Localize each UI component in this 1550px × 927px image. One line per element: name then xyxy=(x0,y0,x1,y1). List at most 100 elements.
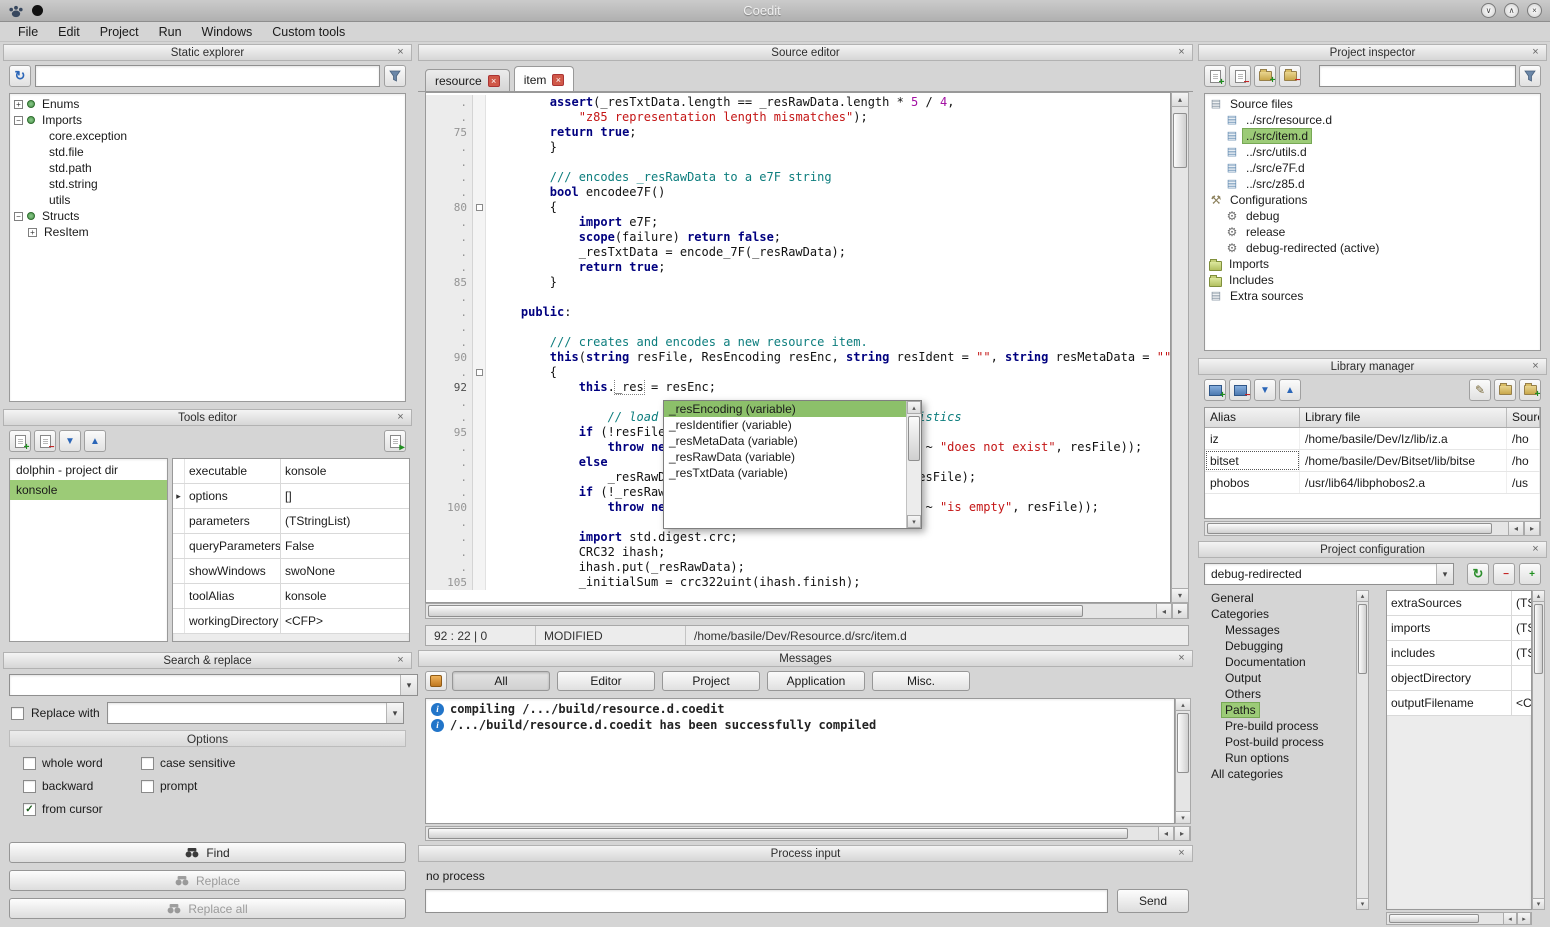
scrollbar-thumb[interactable] xyxy=(1358,604,1367,674)
library-from-folder-button[interactable] xyxy=(1494,379,1516,401)
search-term-combobox[interactable]: ▾ xyxy=(9,674,418,696)
property-value[interactable]: konsole xyxy=(281,459,409,483)
symbol-tree-item[interactable]: std.string xyxy=(10,176,405,192)
menu-item[interactable]: Edit xyxy=(48,23,90,41)
project-tree-item[interactable]: ▤ ../src/item.d xyxy=(1205,128,1540,144)
completion-scrollbar[interactable]: ▴ ▾ xyxy=(906,401,921,528)
library-row[interactable]: phobos /usr/lib64/libphobos2.a /us xyxy=(1205,472,1540,494)
remove-tool-button[interactable]: − xyxy=(34,430,56,452)
symbol-tree-item[interactable]: + ResItem xyxy=(10,224,405,240)
fold-margin[interactable] xyxy=(473,140,486,155)
message-row[interactable]: i /.../build/resource.d.coedit has been … xyxy=(426,717,1174,733)
category-tree-item[interactable]: Post-build process xyxy=(1204,734,1354,750)
fold-margin[interactable] xyxy=(473,290,486,305)
fold-margin[interactable] xyxy=(473,320,486,335)
fold-margin[interactable] xyxy=(473,560,486,575)
close-tab-icon[interactable]: × xyxy=(552,74,564,86)
category-tree-item[interactable]: Messages xyxy=(1204,622,1354,638)
scrollbar-thumb[interactable] xyxy=(428,828,1128,839)
project-tree-item[interactable]: Imports xyxy=(1205,256,1540,272)
fold-margin[interactable] xyxy=(473,305,486,320)
close-panel-icon[interactable]: × xyxy=(1529,360,1542,373)
messages-filter-tab[interactable]: Misc. xyxy=(872,671,970,691)
fold-margin[interactable] xyxy=(473,440,486,455)
completion-item[interactable]: _resEncoding (variable) xyxy=(664,401,906,417)
messages-filter-tab[interactable]: Editor xyxy=(557,671,655,691)
symbol-tree-item[interactable]: + Enums xyxy=(10,96,405,112)
fold-margin[interactable] xyxy=(473,395,486,410)
replace-term-combobox[interactable]: ▾ xyxy=(107,702,404,724)
scroll-right-icon[interactable]: ▸ xyxy=(1524,521,1540,536)
category-tree-item[interactable]: Output xyxy=(1204,670,1354,686)
checkbox-icon[interactable]: ✓ xyxy=(23,803,36,816)
library-alias[interactable]: bitset xyxy=(1205,450,1300,471)
fold-margin[interactable] xyxy=(473,350,486,365)
checkbox-icon[interactable]: ✓ xyxy=(23,757,36,770)
symbol-tree-item[interactable]: − Structs xyxy=(10,208,405,224)
scrollbar-thumb[interactable] xyxy=(428,605,1083,617)
fold-margin[interactable] xyxy=(473,545,486,560)
configuration-combobox[interactable]: debug-redirected ▾ xyxy=(1204,563,1454,585)
move-tool-up-button[interactable]: ▲ xyxy=(84,430,106,452)
scrollbar-thumb[interactable] xyxy=(1389,914,1479,923)
fold-margin[interactable] xyxy=(473,95,486,110)
replace-with-checkbox[interactable]: ✓ xyxy=(11,707,24,720)
fold-margin[interactable] xyxy=(473,245,486,260)
process-input-field[interactable] xyxy=(425,889,1108,913)
grid-vscrollbar[interactable]: ▴ ▾ xyxy=(1532,590,1545,910)
add-source-button[interactable]: + xyxy=(1204,65,1226,87)
symbol-filter-input[interactable] xyxy=(35,65,380,87)
library-hscrollbar[interactable]: ◂ ▸ xyxy=(1204,521,1541,536)
scroll-up-icon[interactable]: ▴ xyxy=(1532,590,1545,602)
project-tree[interactable]: ▤ Source files ▤ ../src/resource.d ▤ ../… xyxy=(1204,93,1541,351)
fold-margin[interactable] xyxy=(473,155,486,170)
project-tree-item[interactable]: ▤ Source files xyxy=(1205,96,1540,112)
search-option[interactable]: ✓ whole word xyxy=(23,756,141,770)
add-tool-button[interactable]: + xyxy=(9,430,31,452)
remove-configuration-button[interactable]: − xyxy=(1493,563,1515,585)
messages-list[interactable]: i compiling /.../build/resource.d.coedit… xyxy=(425,698,1175,824)
fold-margin[interactable] xyxy=(473,485,486,500)
column-header[interactable]: Alias xyxy=(1205,408,1300,427)
search-option[interactable]: ✓ from cursor xyxy=(23,802,141,816)
scroll-right-icon[interactable]: ▸ xyxy=(1517,912,1531,925)
find-button[interactable]: Find xyxy=(9,842,406,863)
property-value[interactable]: (TStringList) xyxy=(1512,591,1531,615)
search-option[interactable]: ✓ case sensitive xyxy=(141,756,402,770)
messages-options-button[interactable] xyxy=(425,671,447,691)
expander-icon[interactable]: + xyxy=(28,228,37,237)
add-folder-button[interactable]: + xyxy=(1254,65,1276,87)
close-panel-icon[interactable]: × xyxy=(394,411,407,424)
completion-item[interactable]: _resIdentifier (variable) xyxy=(664,417,906,433)
property-value[interactable]: (TStringList) xyxy=(1512,616,1531,640)
fold-margin[interactable] xyxy=(473,500,486,515)
library-row[interactable]: iz /home/basile/Dev/Iz/lib/iz.a /ho xyxy=(1205,428,1540,450)
messages-filter-tab[interactable]: Application xyxy=(767,671,865,691)
fold-margin[interactable] xyxy=(473,455,486,470)
fold-margin[interactable] xyxy=(473,200,486,215)
editor-tab[interactable]: item × xyxy=(514,66,575,92)
scrollbar-thumb[interactable] xyxy=(1177,713,1189,773)
editor-hscrollbar[interactable]: ◂ ▸ xyxy=(425,603,1189,619)
symbol-tree[interactable]: + Enums − Imports core.exception std.fil… xyxy=(9,93,406,402)
menu-item[interactable]: File xyxy=(8,23,48,41)
fold-margin[interactable] xyxy=(473,515,486,530)
grid-hscrollbar[interactable]: ◂ ▸ xyxy=(1386,912,1532,925)
property-value[interactable]: <CFP> xyxy=(281,609,409,633)
symbol-tree-item[interactable]: std.path xyxy=(10,160,405,176)
fold-margin[interactable] xyxy=(473,110,486,125)
property-value[interactable]: [] xyxy=(281,484,409,508)
scroll-down-icon[interactable]: ▾ xyxy=(1532,898,1545,910)
filter-button[interactable] xyxy=(384,65,406,87)
property-value[interactable] xyxy=(1512,666,1531,690)
close-panel-icon[interactable]: × xyxy=(394,46,407,59)
sync-configuration-button[interactable]: ↻ xyxy=(1467,563,1489,585)
checkbox-icon[interactable]: ✓ xyxy=(23,780,36,793)
fold-margin[interactable] xyxy=(473,380,486,395)
library-sources[interactable]: /ho xyxy=(1507,428,1540,449)
checkbox-icon[interactable]: ✓ xyxy=(141,780,154,793)
inspector-filter-input[interactable] xyxy=(1319,65,1516,87)
symbol-tree-item[interactable]: std.file xyxy=(10,144,405,160)
library-file[interactable]: /usr/lib64/libphobos2.a xyxy=(1300,472,1507,493)
symbol-tree-item[interactable]: utils xyxy=(10,192,405,208)
